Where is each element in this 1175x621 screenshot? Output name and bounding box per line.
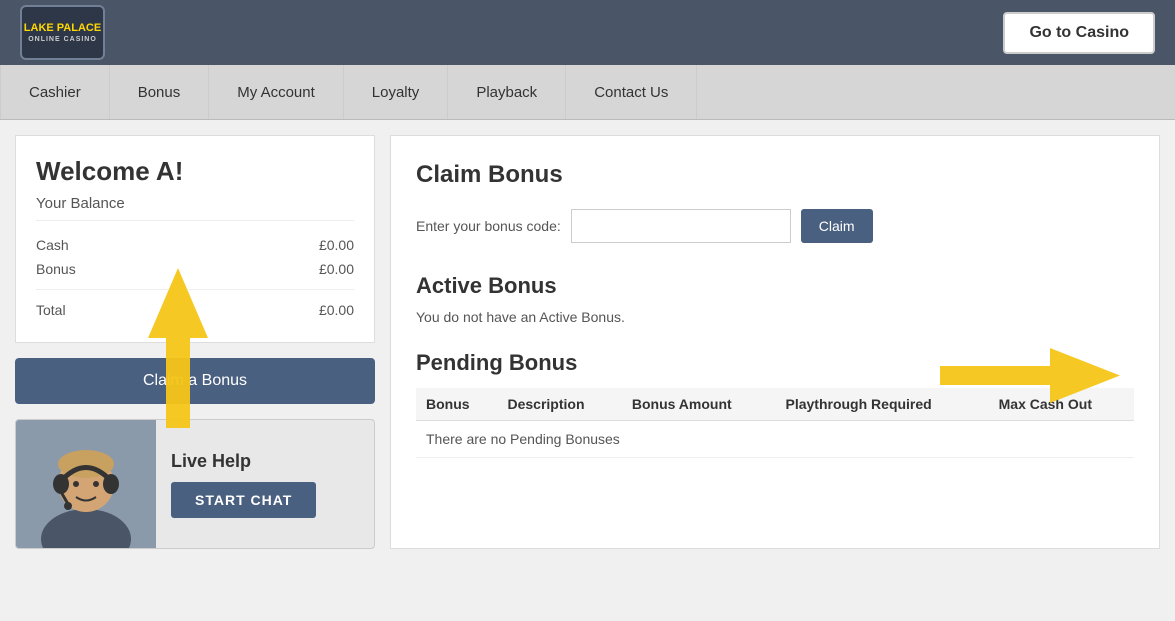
- sidebar-item-loyalty[interactable]: Loyalty: [344, 65, 449, 119]
- sidebar-item-contact-us[interactable]: Contact Us: [566, 65, 697, 119]
- claim-bonus-title: Claim Bonus: [416, 161, 1134, 189]
- balance-row-cash: Cash £0.00: [36, 233, 354, 257]
- main-content: Welcome A! Your Balance Cash £0.00 Bonus…: [0, 120, 1175, 564]
- claim-bonus-button[interactable]: Claim a Bonus: [15, 358, 375, 404]
- sidebar-item-bonus[interactable]: Bonus: [110, 65, 210, 119]
- cash-value: £0.00: [319, 237, 354, 253]
- live-help-title: Live Help: [171, 451, 359, 472]
- table-row: There are no Pending Bonuses: [416, 421, 1134, 458]
- balance-row-bonus: Bonus £0.00: [36, 257, 354, 281]
- live-help-content: Live Help START CHAT: [156, 441, 374, 528]
- balance-title: Your Balance: [36, 195, 354, 221]
- sidebar-item-cashier[interactable]: Cashier: [0, 65, 110, 119]
- go-to-casino-button[interactable]: Go to Casino: [1003, 12, 1155, 54]
- welcome-title: Welcome A!: [36, 156, 354, 187]
- cash-label: Cash: [36, 237, 69, 253]
- total-value: £0.00: [319, 302, 354, 318]
- table-header-row: Bonus Description Bonus Amount Playthrou…: [416, 388, 1134, 421]
- main-nav: Cashier Bonus My Account Loyalty Playbac…: [0, 65, 1175, 120]
- logo: LAKE PALACE ONLINE CASINO: [20, 5, 105, 60]
- logo-subtitle: ONLINE CASINO: [28, 35, 97, 44]
- total-label: Total: [36, 302, 66, 318]
- bonus-value: £0.00: [319, 261, 354, 277]
- no-pending-message: There are no Pending Bonuses: [416, 421, 1134, 458]
- right-panel: Claim Bonus Enter your bonus code: Claim…: [390, 135, 1160, 549]
- col-playthrough: Playthrough Required: [775, 388, 988, 421]
- bonus-code-label: Enter your bonus code:: [416, 218, 561, 234]
- live-help-box: Live Help START CHAT: [15, 419, 375, 549]
- live-help-image: [16, 419, 156, 549]
- col-bonus: Bonus: [416, 388, 497, 421]
- sidebar-item-playback[interactable]: Playback: [448, 65, 566, 119]
- bonus-code-row: Enter your bonus code: Claim: [416, 209, 1134, 243]
- balance-divider: [36, 289, 354, 290]
- bonus-label: Bonus: [36, 261, 76, 277]
- col-bonus-amount: Bonus Amount: [622, 388, 776, 421]
- logo-title: LAKE PALACE: [24, 21, 101, 35]
- header: LAKE PALACE ONLINE CASINO Go to Casino: [0, 0, 1175, 65]
- no-active-message: You do not have an Active Bonus.: [416, 309, 1134, 325]
- pending-bonus-table: Bonus Description Bonus Amount Playthrou…: [416, 388, 1134, 458]
- total-row: Total £0.00: [36, 298, 354, 322]
- bonus-code-input[interactable]: [571, 209, 791, 243]
- sidebar-item-my-account[interactable]: My Account: [209, 65, 344, 119]
- col-description: Description: [497, 388, 621, 421]
- left-panel: Welcome A! Your Balance Cash £0.00 Bonus…: [15, 135, 375, 549]
- active-bonus-title: Active Bonus: [416, 273, 1134, 299]
- start-chat-button[interactable]: START CHAT: [171, 482, 316, 518]
- pending-bonus-title: Pending Bonus: [416, 350, 1134, 376]
- col-max-cash-out: Max Cash Out: [989, 388, 1134, 421]
- claim-button[interactable]: Claim: [801, 209, 873, 243]
- logo-box: LAKE PALACE ONLINE CASINO: [20, 5, 105, 60]
- welcome-box: Welcome A! Your Balance Cash £0.00 Bonus…: [15, 135, 375, 343]
